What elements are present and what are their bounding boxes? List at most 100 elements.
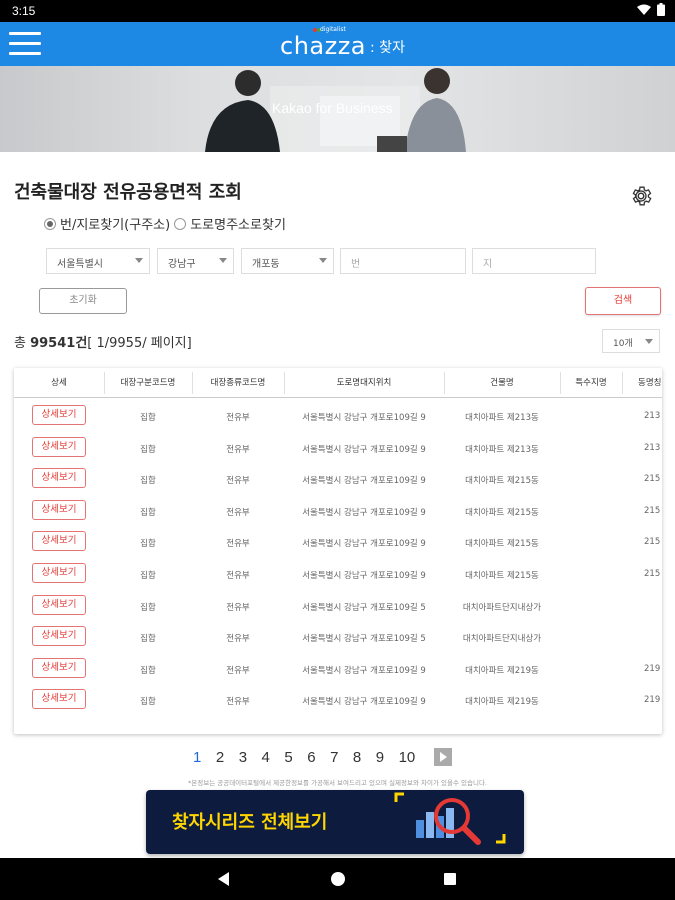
radio-lot-address[interactable] xyxy=(44,217,56,230)
col-header-dong-name: 동명칭 xyxy=(638,378,662,388)
search-mode-radio-group: 번/지로찾기(구주소) 도로명주소로찾기 xyxy=(44,214,286,233)
page-link-9[interactable]: 9 xyxy=(376,749,384,766)
cell-register-kind: 전유부 xyxy=(226,444,250,455)
bun-input-placeholder: 번 xyxy=(351,259,361,270)
cell-register-kind: 전유부 xyxy=(226,665,250,676)
cell-register-type: 집합 xyxy=(140,665,156,676)
cell-register-type: 집합 xyxy=(140,602,156,613)
col-header-register-kind: 대장종류코드명 xyxy=(210,378,266,388)
sido-select-value: 서울특별시 xyxy=(57,259,103,270)
detail-view-button[interactable]: 상세보기 xyxy=(32,405,86,425)
page-title: 건축물대장 전유공용면적 조회 xyxy=(14,182,242,203)
data-notice: *본정보는 공공데이터포털에서 제공한정보를 가공해서 보여드리고 있으며 실제… xyxy=(188,779,487,787)
detail-view-button[interactable]: 상세보기 xyxy=(32,689,86,710)
page-link-6[interactable]: 6 xyxy=(307,749,315,766)
cell-dong-name: 219 xyxy=(644,695,661,706)
home-icon[interactable] xyxy=(331,872,345,886)
cell-register-type: 집합 xyxy=(140,539,156,550)
detail-view-button[interactable]: 상세보기 xyxy=(32,499,86,520)
cell-building-name: 대치아파트 제213동 xyxy=(465,413,539,423)
cell-road-address: 서울특별시 강남구 개포로109길 9 xyxy=(302,476,426,487)
chevron-down-icon xyxy=(645,339,653,344)
radio-lot-address-label[interactable]: 번/지로찾기(구주소) xyxy=(60,214,170,233)
magnifier-chart-icon xyxy=(394,792,506,845)
table-row: 상세보기 집합 전유부 서울특별시 강남구 개포로109길 9 대치아파트 제219동 2… xyxy=(14,684,662,716)
ji-input-placeholder: 지 xyxy=(483,259,493,270)
page-link-10[interactable]: 10 xyxy=(399,749,416,766)
cell-register-kind: 전유부 xyxy=(226,697,250,708)
page-link-1[interactable]: 1 xyxy=(193,749,201,766)
page-link-4[interactable]: 4 xyxy=(262,749,270,766)
detail-view-button[interactable]: 상세보기 xyxy=(32,531,86,552)
page-size-select[interactable]: 10개 xyxy=(602,329,660,353)
sigungu-select-value: 강남구 xyxy=(168,259,196,270)
cell-register-type: 집합 xyxy=(140,571,156,581)
table-row: 상세보기 집합 전유부 서울특별시 강남구 개포로109길 9 대치아파트 제215동 2… xyxy=(14,526,662,558)
app-bar: digitalist chazza : 찾자 xyxy=(0,22,675,66)
cell-register-type: 집합 xyxy=(140,634,156,645)
cell-dong-name: 215 xyxy=(644,474,661,485)
result-page-info: [ 1/9955/ 페이지] xyxy=(87,336,192,351)
page-link-3[interactable]: 3 xyxy=(239,749,247,766)
cell-dong-name: 215 xyxy=(644,505,661,516)
page-link-2[interactable]: 2 xyxy=(216,749,224,766)
radio-road-address-label[interactable]: 도로명주소로찾기 xyxy=(190,214,286,233)
page-link-8[interactable]: 8 xyxy=(353,749,361,766)
next-page-icon[interactable] xyxy=(433,748,452,766)
ji-input[interactable]: 지 xyxy=(472,248,596,274)
detail-view-button[interactable]: 상세보기 xyxy=(32,468,86,489)
cell-building-name: 대치아파트 제215동 xyxy=(465,571,539,581)
cell-building-name: 대치아파트 제215동 xyxy=(465,539,539,550)
main-content: 건축물대장 전유공용면적 조회 번/지로찾기(구주소) 도로명주소로찾기 서울특… xyxy=(0,152,675,858)
cell-building-name: 대치아파트단지내상가 xyxy=(462,602,542,613)
gear-icon[interactable] xyxy=(629,184,653,208)
table-row: 상세보기 집합 전유부 서울특별시 강남구 개포로109길 5 대치아파트단지내상가 xyxy=(14,621,662,653)
chevron-down-icon xyxy=(135,258,143,263)
table-row: 상세보기 집합 전유부 서울특별시 강남구 개포로109길 9 대치아파트 제215동 2… xyxy=(14,463,662,495)
series-ad-banner[interactable]: 찾자시리즈 전체보기 xyxy=(146,790,524,854)
page-link-7[interactable]: 7 xyxy=(330,749,338,766)
radio-road-address[interactable] xyxy=(174,217,187,230)
cell-building-name: 대치아파트 제215동 xyxy=(465,476,539,487)
result-count-value: 99541건 xyxy=(30,336,88,351)
ad-banner-text: 찾자시리즈 전체보기 xyxy=(172,812,328,833)
menu-icon[interactable] xyxy=(9,32,41,56)
cell-road-address: 서울특별시 강남구 개포로109길 9 xyxy=(302,444,426,455)
detail-view-button[interactable]: 상세보기 xyxy=(32,657,86,678)
reset-button[interactable]: 초기화 xyxy=(39,288,127,314)
detail-view-button[interactable]: 상세보기 xyxy=(32,626,86,647)
cell-register-type: 집합 xyxy=(140,476,156,487)
cell-building-name: 대치아파트단지내상가 xyxy=(462,634,542,645)
detail-view-button[interactable]: 상세보기 xyxy=(32,594,86,615)
cell-road-address: 서울특별시 강남구 개포로109길 9 xyxy=(302,507,426,518)
result-count-prefix: 총 xyxy=(14,336,31,351)
col-header-register-type: 대장구분코드명 xyxy=(120,378,176,388)
cell-dong-name: 215 xyxy=(644,569,661,579)
sigungu-select[interactable]: 강남구 xyxy=(157,248,234,274)
status-icons xyxy=(637,3,665,16)
logo-small-text: digitalist xyxy=(320,26,346,33)
cell-register-type: 집합 xyxy=(140,444,156,455)
cell-dong-name: 213 xyxy=(644,442,661,453)
wifi-icon xyxy=(637,4,651,15)
detail-view-button[interactable]: 상세보기 xyxy=(32,563,86,583)
col-header-detail: 상세 xyxy=(51,378,67,388)
bun-input[interactable]: 번 xyxy=(340,248,466,274)
recent-apps-icon[interactable] xyxy=(444,873,456,885)
cell-register-kind: 전유부 xyxy=(226,507,250,518)
back-icon[interactable] xyxy=(218,872,229,886)
sido-select[interactable]: 서울특별시 xyxy=(46,248,150,274)
detail-view-button[interactable]: 상세보기 xyxy=(32,436,86,457)
table-row: 상세보기 집합 전유부 서울특별시 강남구 개포로109길 9 대치아파트 제215동 2… xyxy=(14,495,662,527)
cell-register-type: 집합 xyxy=(140,697,156,708)
chevron-down-icon xyxy=(219,258,227,263)
cell-dong-name: 215 xyxy=(644,537,661,548)
col-header-road-address: 도로명대지위치 xyxy=(336,378,392,388)
search-button[interactable]: 검색 xyxy=(585,287,661,315)
results-table[interactable]: 상세 대장구분코드명 대장종류코드명 도로명대지위치 건물명 특수지명 동명칭 … xyxy=(14,368,662,734)
page-link-5[interactable]: 5 xyxy=(284,749,292,766)
cell-building-name: 대치아파트 제219동 xyxy=(465,697,539,708)
cell-road-address: 서울특별시 강남구 개포로109길 5 xyxy=(302,634,426,645)
col-header-special-name: 특수지명 xyxy=(575,378,607,388)
dong-select[interactable]: 개포동 xyxy=(241,248,334,274)
